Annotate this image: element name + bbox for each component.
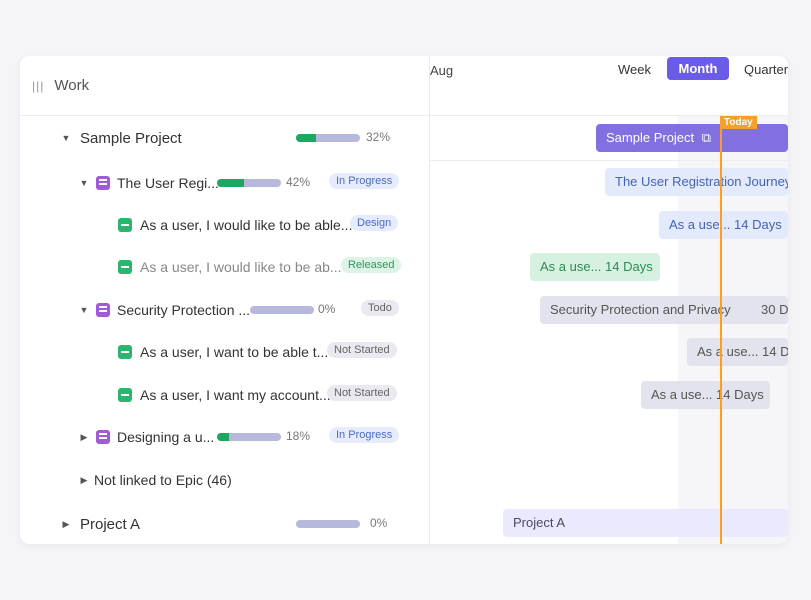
epic-icon bbox=[96, 303, 110, 317]
work-list-panel: ||| Work ▼ Sample Project 32% ▼ The User… bbox=[20, 56, 430, 544]
status-badge[interactable]: In Progress bbox=[329, 173, 400, 189]
status-badge[interactable]: Todo bbox=[361, 300, 399, 316]
story-icon bbox=[118, 218, 132, 232]
columns-icon[interactable]: ||| bbox=[32, 79, 44, 93]
caret-right-icon[interactable]: ▶ bbox=[78, 475, 90, 486]
today-line bbox=[720, 116, 722, 544]
bar-label: Sample Project bbox=[606, 130, 695, 145]
bar-sample-project[interactable]: Sample Project ⧉ bbox=[596, 124, 788, 152]
bar-label: The User Registration Journey bbox=[615, 174, 788, 189]
bar-label: As a use... 14 Days bbox=[540, 259, 653, 274]
view-month-button[interactable]: Month bbox=[667, 57, 729, 80]
story-row[interactable]: As a user, I want to be able t... Not St… bbox=[20, 340, 430, 364]
gantt-card: ||| Work ▼ Sample Project 32% ▼ The User… bbox=[20, 56, 788, 544]
caret-right-icon[interactable]: ▶ bbox=[60, 519, 72, 530]
story-title: As a user, I want my account... bbox=[140, 387, 331, 403]
not-linked-row[interactable]: ▶ Not linked to Epic (46) bbox=[20, 468, 430, 492]
today-marker: Today bbox=[720, 116, 757, 129]
link-icon: ⧉ bbox=[701, 130, 712, 145]
view-quarter-button[interactable]: Quarter bbox=[744, 62, 788, 77]
bar-story[interactable]: As a use... 14 Days bbox=[530, 253, 660, 281]
bar-security[interactable]: Security Protection and Privacy 30 D bbox=[540, 296, 788, 324]
project-title: Project A bbox=[80, 515, 141, 533]
status-badge[interactable]: Design bbox=[350, 215, 399, 231]
progress-percent: 18% bbox=[286, 429, 311, 443]
row-divider bbox=[430, 160, 788, 161]
project-row-sample-project[interactable]: ▼ Sample Project 32% bbox=[20, 126, 430, 150]
bar-label: Security Protection and Privacy bbox=[550, 302, 731, 317]
progress-bar bbox=[217, 179, 281, 187]
story-icon bbox=[118, 260, 132, 274]
progress-percent: 32% bbox=[366, 130, 391, 144]
epic-title: Designing a u... bbox=[117, 429, 215, 445]
view-week-button[interactable]: Week bbox=[618, 62, 651, 77]
status-badge[interactable]: Not Started bbox=[327, 385, 397, 401]
epic-row-user-registration[interactable]: ▼ The User Regi... 42% In Progress bbox=[20, 171, 430, 195]
caret-down-icon[interactable]: ▼ bbox=[78, 305, 90, 315]
bar-story[interactable]: As a use... 14 D bbox=[687, 338, 788, 366]
timeline-header: Aug Week Month Quarter bbox=[430, 56, 788, 116]
story-row[interactable]: As a user, I would like to be ab... Rele… bbox=[20, 255, 430, 279]
caret-right-icon[interactable]: ▶ bbox=[78, 432, 90, 443]
not-linked-title: Not linked to Epic (46) bbox=[94, 472, 232, 488]
progress-bar bbox=[217, 433, 281, 441]
story-row[interactable]: As a user, I want my account... Not Star… bbox=[20, 383, 430, 407]
epic-title: The User Regi... bbox=[117, 175, 219, 191]
progress-bar bbox=[296, 520, 360, 528]
progress-bar bbox=[250, 306, 314, 314]
epic-icon bbox=[96, 430, 110, 444]
bar-duration: 30 D bbox=[761, 302, 788, 317]
caret-down-icon[interactable]: ▼ bbox=[60, 133, 72, 143]
progress-percent: 42% bbox=[286, 175, 311, 189]
bar-label: As a use... 14 D bbox=[697, 344, 788, 359]
bar-user-registration[interactable]: The User Registration Journey bbox=[605, 168, 788, 196]
story-icon bbox=[118, 388, 132, 402]
work-column-title: Work bbox=[54, 77, 90, 94]
story-icon bbox=[118, 345, 132, 359]
project-row-project-a[interactable]: ▶ Project A 0% bbox=[20, 512, 430, 536]
progress-percent: 0% bbox=[370, 516, 388, 530]
bar-label: Project A bbox=[513, 515, 566, 530]
story-title: As a user, I want to be able t... bbox=[140, 344, 329, 360]
progress-percent: 0% bbox=[318, 302, 336, 316]
status-badge[interactable]: In Progress bbox=[329, 427, 400, 443]
caret-down-icon[interactable]: ▼ bbox=[78, 178, 90, 188]
bar-label: As a use... 14 Days bbox=[669, 217, 782, 232]
bar-project-a[interactable]: Project A bbox=[503, 509, 788, 537]
story-title: As a user, I would like to be ab... bbox=[140, 259, 342, 275]
epic-row-security[interactable]: ▼ Security Protection ... 0% Todo bbox=[20, 298, 430, 322]
status-badge[interactable]: Released bbox=[341, 257, 402, 273]
story-title: As a user, I would like to be able... bbox=[140, 217, 353, 233]
work-list-header: ||| Work bbox=[20, 56, 429, 116]
bar-story[interactable]: As a use... 14 Days bbox=[659, 211, 788, 239]
status-badge[interactable]: Not Started bbox=[327, 342, 397, 358]
epic-icon bbox=[96, 176, 110, 190]
progress-bar bbox=[296, 134, 360, 142]
timeline-panel: Aug Week Month Quarter Sample Project ⧉ … bbox=[430, 56, 788, 544]
bar-label: As a use... 14 Days bbox=[651, 387, 764, 402]
epic-title: Security Protection ... bbox=[117, 302, 251, 318]
epic-row-designing[interactable]: ▶ Designing a u... 18% In Progress bbox=[20, 425, 430, 449]
project-title: Sample Project bbox=[80, 129, 182, 147]
story-row[interactable]: As a user, I would like to be able... De… bbox=[20, 213, 430, 237]
bar-story[interactable]: As a use... 14 Days bbox=[641, 381, 770, 409]
month-label: Aug bbox=[430, 63, 454, 78]
